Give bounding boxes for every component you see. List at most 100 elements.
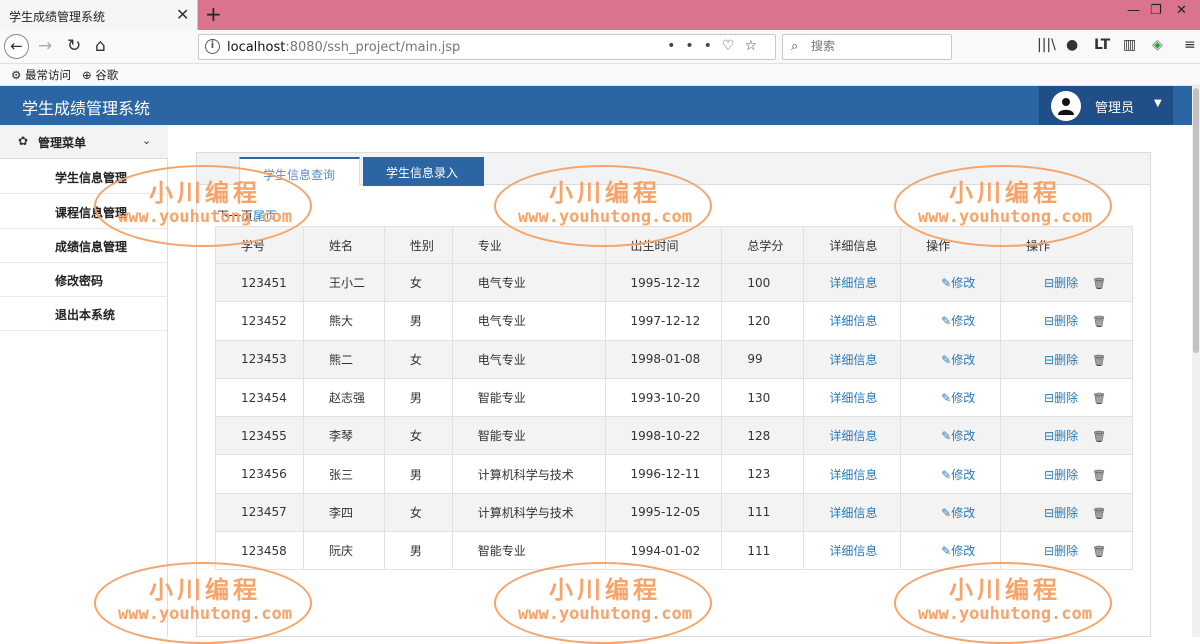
edit-cell: ✎修改 <box>900 416 1002 456</box>
caret-down-icon: ▼ <box>1154 98 1162 109</box>
detail-link[interactable]: 详细信息 <box>829 429 877 443</box>
trash-icon[interactable]: 🗑 <box>1092 354 1106 367</box>
tab-student-query[interactable]: 学生信息查询 <box>239 157 360 186</box>
delete-icon: ⊟ <box>1044 429 1055 444</box>
extension-icon[interactable]: ● <box>1066 37 1078 53</box>
trash-icon[interactable]: 🗑 <box>1092 392 1106 405</box>
forward-arrow-icon[interactable]: → <box>38 36 52 56</box>
delete-link[interactable]: ⊟删除 <box>1044 468 1078 482</box>
bookmark-google[interactable]: ⊕ 谷歌 <box>82 67 118 83</box>
edit-link[interactable]: ✎修改 <box>941 353 975 367</box>
student-sex-cell: 女 <box>383 262 453 303</box>
column-header: 详细信息 <box>803 226 902 264</box>
student-id-cell: 123454 <box>215 377 304 418</box>
edit-cell: ✎修改 <box>900 262 1002 303</box>
trash-icon[interactable]: 🗑 <box>1092 507 1106 520</box>
page-actions[interactable]: •••♡☆ <box>667 38 767 54</box>
sidebar-item-course-info[interactable]: 课程信息管理 <box>0 194 168 229</box>
search-bar[interactable]: ⌕ <box>782 34 952 60</box>
detail-link[interactable]: 详细信息 <box>829 353 877 367</box>
detail-link[interactable]: 详细信息 <box>829 468 877 482</box>
student-sex-cell: 男 <box>383 531 453 571</box>
table-row: 123458 阮庆男智能专业 1994-01-02 111 详细信息 ✎修改 ⊟删除 🗑 <box>215 531 1133 571</box>
back-arrow-icon[interactable]: ← <box>4 34 29 59</box>
library-icon[interactable]: |||\ <box>1037 37 1056 53</box>
new-tab-button[interactable]: + <box>205 2 222 26</box>
trash-icon[interactable]: 🗑 <box>1092 277 1106 290</box>
close-tab-icon[interactable]: ✕ <box>176 5 189 24</box>
scrollbar-thumb[interactable] <box>1193 88 1199 353</box>
detail-link[interactable]: 详细信息 <box>829 276 877 290</box>
app-header: 学生成绩管理系统 管理员 ▼ <box>0 86 1200 125</box>
edit-link[interactable]: ✎修改 <box>941 468 975 482</box>
user-menu[interactable]: 管理员 ▼ <box>1039 86 1173 125</box>
delete-link[interactable]: ⊟删除 <box>1044 276 1078 290</box>
sidebar-item-change-password[interactable]: 修改密码 <box>0 262 168 297</box>
trash-icon[interactable]: 🗑 <box>1092 315 1106 328</box>
delete-cell: ⊟删除 🗑 <box>1000 339 1133 379</box>
sidebar-icon[interactable]: ▥ <box>1123 37 1136 53</box>
table-row: 123456 张三男计算机科学与技术 1996-12-11 123 详细信息 ✎修改 ⊟删除… <box>215 454 1133 494</box>
edit-label: 修改 <box>951 505 976 520</box>
trash-icon[interactable]: 🗑 <box>1092 545 1106 558</box>
reload-icon[interactable]: ↻ <box>67 36 81 56</box>
delete-link[interactable]: ⊟删除 <box>1044 314 1078 328</box>
delete-link[interactable]: ⊟删除 <box>1044 429 1078 443</box>
detail-link[interactable]: 详细信息 <box>829 391 877 405</box>
sidebar-item-grade-info[interactable]: 成绩信息管理 <box>0 228 168 263</box>
detail-link[interactable]: 详细信息 <box>829 544 877 558</box>
detail-link[interactable]: 详细信息 <box>829 506 877 520</box>
edit-link[interactable]: ✎修改 <box>941 314 975 328</box>
student-name-cell: 王小二 <box>302 262 385 303</box>
delete-link[interactable]: ⊟删除 <box>1044 544 1078 558</box>
next-page-link[interactable]: 下一页 <box>217 209 253 223</box>
delete-link[interactable]: ⊟删除 <box>1044 506 1078 520</box>
delete-icon: ⊟ <box>1044 352 1055 367</box>
delete-link[interactable]: ⊟删除 <box>1044 353 1078 367</box>
search-input[interactable] <box>811 39 941 53</box>
browser-tab[interactable]: 学生成绩管理系统 ✕ <box>0 0 198 30</box>
home-icon[interactable]: ⌂ <box>95 36 106 56</box>
sidebar-menu-header[interactable]: ✿ 管理菜单 ⌄ <box>0 125 168 159</box>
delete-icon: ⊟ <box>1044 505 1055 520</box>
edit-link[interactable]: ✎修改 <box>941 544 975 558</box>
delete-label: 删除 <box>1054 505 1079 520</box>
delete-link[interactable]: ⊟删除 <box>1044 391 1078 405</box>
delete-label: 删除 <box>1054 391 1079 406</box>
pocket-icon[interactable]: ♡ <box>722 38 745 54</box>
last-page-link[interactable]: 尾页 <box>253 209 277 223</box>
shield-icon[interactable]: ◈ <box>1152 37 1163 53</box>
address-bar[interactable]: i localhost:8080/ssh_project/main.jsp ••… <box>198 34 776 60</box>
detail-link[interactable]: 详细信息 <box>829 314 877 328</box>
edit-link[interactable]: ✎修改 <box>941 391 975 405</box>
bookmark-star-icon[interactable]: ☆ <box>744 38 767 54</box>
lt-extension-icon[interactable]: LT <box>1094 37 1110 53</box>
edit-link[interactable]: ✎修改 <box>941 506 975 520</box>
student-birth-cell: 1995-12-05 <box>604 492 723 533</box>
column-header: 性别 <box>383 226 453 264</box>
page-scrollbar[interactable] <box>1192 86 1200 637</box>
student-name-cell: 张三 <box>302 454 385 494</box>
site-info-icon[interactable]: i <box>205 39 220 54</box>
more-actions-icon[interactable]: ••• <box>667 38 722 54</box>
trash-icon[interactable]: 🗑 <box>1092 469 1106 482</box>
edit-link[interactable]: ✎修改 <box>941 276 975 290</box>
trash-icon[interactable]: 🗑 <box>1092 430 1106 443</box>
sidebar-item-student-info[interactable]: 学生信息管理 <box>0 159 168 194</box>
student-credits-cell: 99 <box>721 339 805 379</box>
edit-icon: ✎ <box>941 352 952 367</box>
sidebar-menu-title: 管理菜单 <box>38 136 87 150</box>
tab-student-entry[interactable]: 学生信息录入 <box>363 157 484 186</box>
sidebar-item-logout[interactable]: 退出本系统 <box>0 296 168 331</box>
edit-label: 修改 <box>951 314 976 329</box>
gear-icon: ✿ <box>18 134 29 148</box>
table-row: 123457 李四女计算机科学与技术 1995-12-05 111 详细信息 ✎修改 ⊟删除… <box>215 492 1133 533</box>
minimize-icon[interactable]: — <box>1127 3 1140 18</box>
delete-label: 删除 <box>1054 276 1079 291</box>
edit-link[interactable]: ✎修改 <box>941 429 975 443</box>
window-close-icon[interactable]: ✕ <box>1176 3 1187 18</box>
bookmark-most-visited[interactable]: ⚙ 最常访问 <box>11 67 71 83</box>
menu-icon[interactable]: ≡ <box>1184 37 1196 53</box>
restore-icon[interactable]: ❐ <box>1150 3 1162 18</box>
edit-icon: ✎ <box>941 391 952 406</box>
